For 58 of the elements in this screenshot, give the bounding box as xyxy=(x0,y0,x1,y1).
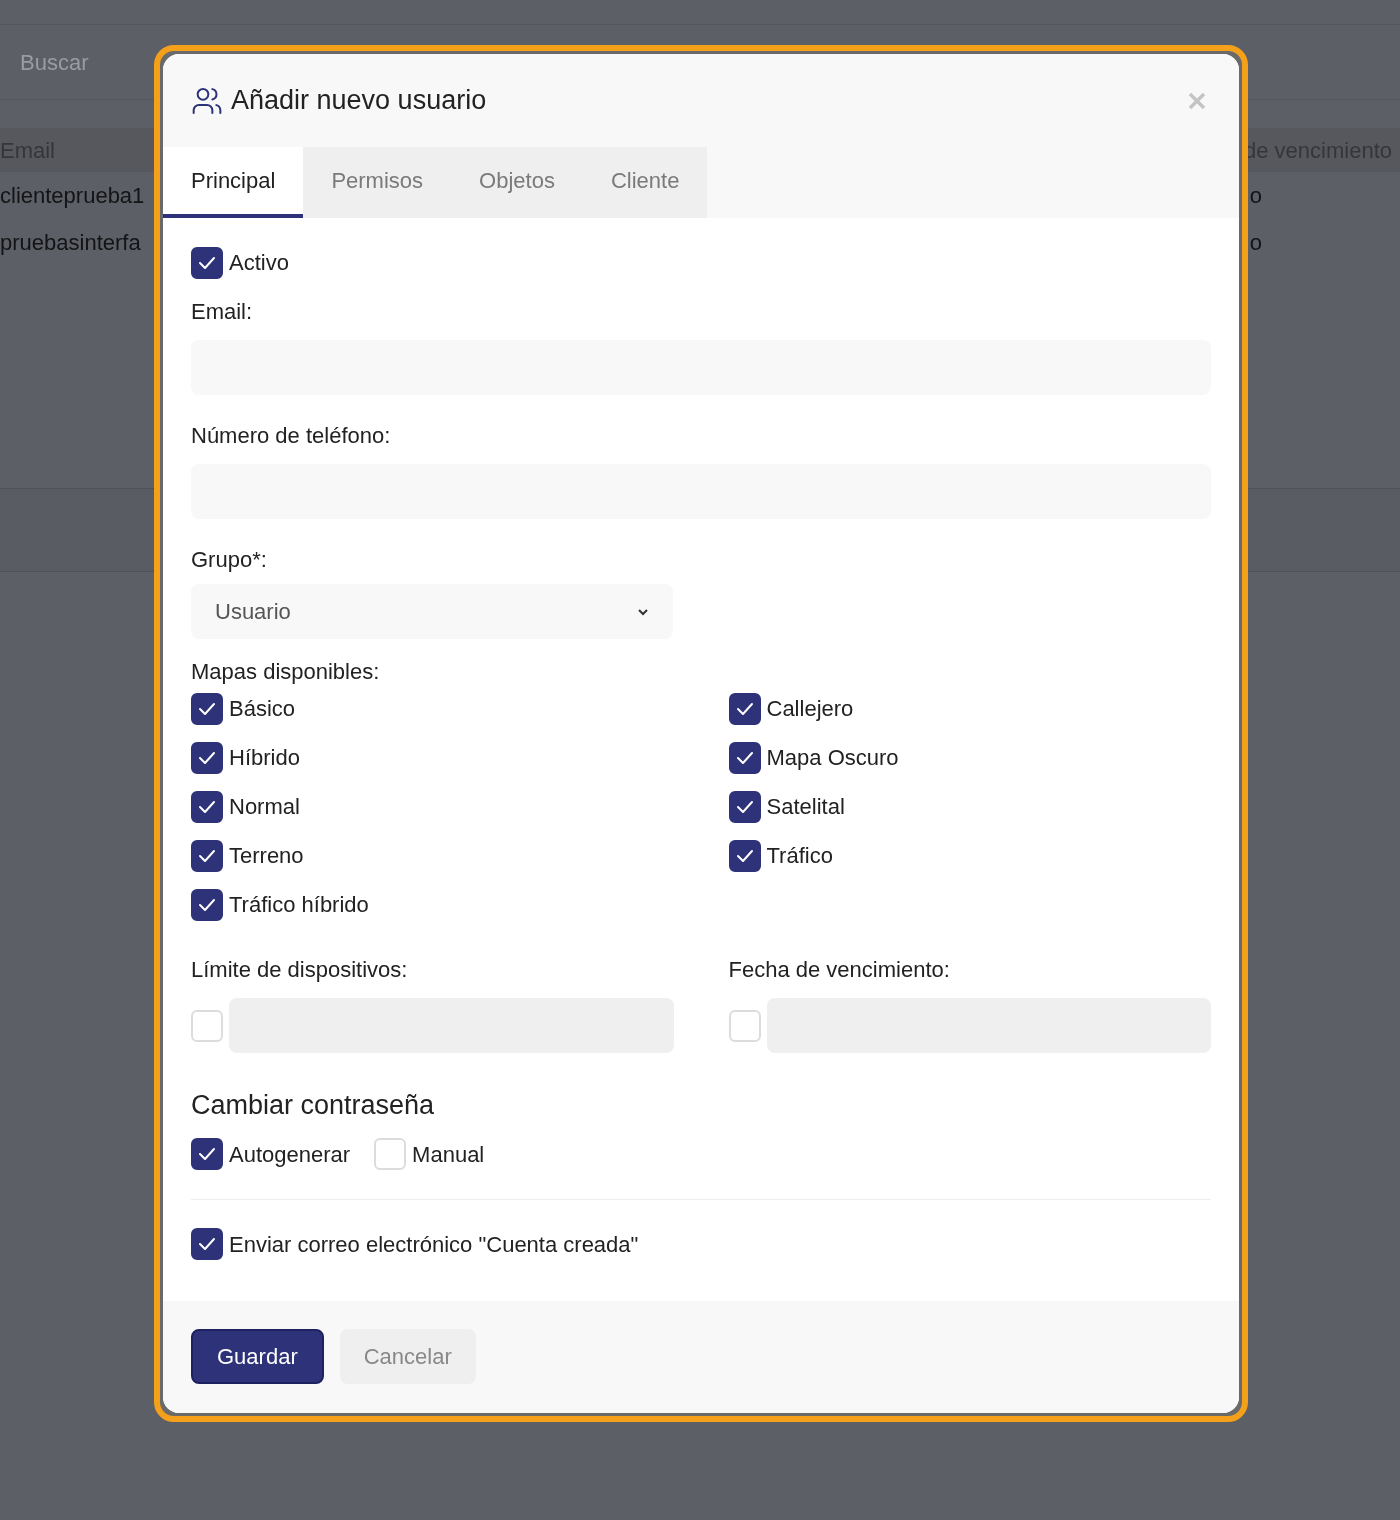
check-icon xyxy=(735,848,754,863)
check-icon xyxy=(198,255,216,270)
checkbox[interactable] xyxy=(191,790,223,823)
check-icon xyxy=(198,848,216,863)
checkbox-label: Híbrido xyxy=(229,744,300,772)
checkbox-label: Terreno xyxy=(229,842,304,870)
checkbox-label: Básico xyxy=(229,695,296,723)
check-icon xyxy=(198,799,216,814)
checkbox-label: Normal xyxy=(229,793,300,821)
field-label: Número de teléfono: xyxy=(191,422,392,450)
table-cell-text: pruebasinterfa xyxy=(0,229,141,257)
field-label: Grupo*: xyxy=(191,546,268,574)
field-label: Límite de dispositivos: xyxy=(191,956,409,984)
checkbox[interactable] xyxy=(728,692,761,725)
check-icon xyxy=(735,799,754,814)
checkbox-label: Callejero xyxy=(766,695,854,723)
tab[interactable]: Principal xyxy=(163,147,304,218)
tab[interactable]: Cliente xyxy=(582,147,708,218)
checkbox-label: Tráfico xyxy=(766,842,833,870)
checkbox[interactable] xyxy=(191,888,223,921)
checkbox[interactable] xyxy=(191,741,223,774)
cancel-button[interactable]: Cancelar xyxy=(339,1329,476,1384)
checkbox-label: Autogenerar xyxy=(229,1140,351,1169)
search-field[interactable]: Buscar xyxy=(20,45,308,79)
group-select[interactable]: Usuario xyxy=(191,584,673,639)
check-icon xyxy=(198,701,216,716)
check-icon xyxy=(735,701,754,716)
table-cell-text: o xyxy=(1249,182,1262,210)
checkbox-label: Mapa Oscuro xyxy=(766,744,899,772)
section-heading: Cambiar contraseña xyxy=(191,1089,436,1122)
check-icon xyxy=(735,750,754,765)
checkbox-label: Manual xyxy=(412,1140,485,1169)
checkbox-label: Tráfico híbrido xyxy=(229,891,369,919)
checkbox[interactable] xyxy=(728,741,761,774)
field-label: Fecha de vencimiento: xyxy=(728,956,951,984)
section-label: Mapas disponibles: xyxy=(191,658,381,686)
checkbox[interactable] xyxy=(191,1138,223,1170)
checkbox[interactable] xyxy=(191,692,223,725)
checkbox-label: Satelital xyxy=(766,793,845,821)
tab[interactable]: Permisos xyxy=(303,147,452,218)
checkbox[interactable] xyxy=(191,246,223,279)
check-icon xyxy=(198,750,216,765)
checkbox[interactable] xyxy=(728,839,761,872)
check-icon xyxy=(198,897,216,912)
checkbox[interactable] xyxy=(728,790,761,823)
tab[interactable]: Objetos xyxy=(451,147,583,218)
checkbox[interactable] xyxy=(191,839,223,872)
field-label: Email: xyxy=(191,298,254,326)
checkbox[interactable] xyxy=(191,1228,223,1260)
check-icon xyxy=(198,1147,216,1161)
table-cell-text: clienteprueba1 xyxy=(0,182,145,210)
table-cell-text: o xyxy=(1249,229,1262,257)
dialog-title: Añadir nuevo usuario xyxy=(231,84,487,118)
checkbox-label: Enviar correo electrónico "Cuenta creada" xyxy=(229,1230,639,1259)
check-icon xyxy=(198,1237,216,1251)
checkbox-label: Activo xyxy=(229,249,289,277)
chevron-down-icon xyxy=(637,607,649,616)
save-button[interactable]: Guardar xyxy=(191,1329,324,1384)
